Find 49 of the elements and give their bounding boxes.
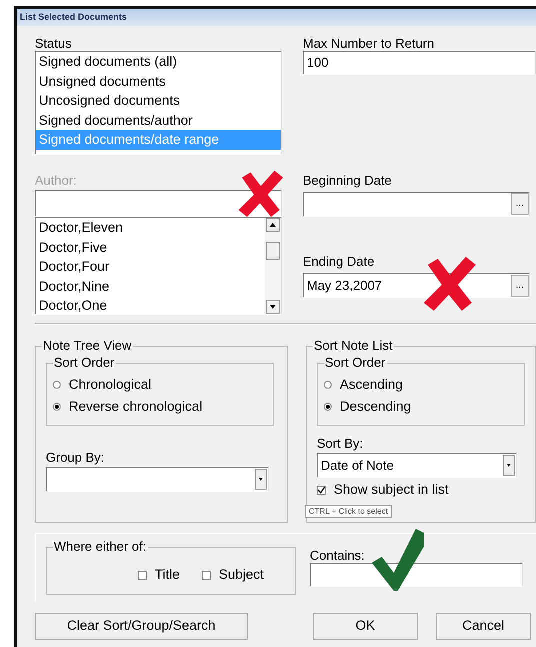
checkbox[interactable] <box>317 486 326 494</box>
radio-label: Reverse chronological <box>69 398 203 416</box>
radio-label: Descending <box>340 398 412 416</box>
ok-button[interactable]: OK <box>313 613 418 640</box>
dropdown-value: Date of Note <box>320 456 394 475</box>
scrollbar[interactable] <box>265 218 281 314</box>
cross-mark-icon <box>422 255 478 313</box>
beginning-date-label: Beginning Date <box>303 173 393 188</box>
window-title: List Selected Documents <box>17 9 536 26</box>
sort-by-label: Sort By: <box>317 436 364 451</box>
scroll-down-button[interactable] <box>266 300 280 314</box>
scroll-up-button[interactable] <box>266 218 280 232</box>
date-picker-button[interactable]: ... <box>511 274 529 296</box>
cancel-button[interactable]: Cancel <box>436 613 531 640</box>
max-number-label: Max Number to Return <box>303 36 436 51</box>
list-item[interactable]: Signed documents (all) <box>36 52 281 72</box>
group-by-dropdown[interactable] <box>46 467 269 492</box>
date-value: May 23,2007 <box>306 276 382 295</box>
ending-date-label: Ending Date <box>303 254 376 269</box>
group-by-label: Group By: <box>46 450 106 465</box>
max-number-field[interactable]: 100 <box>303 51 536 75</box>
checkbox[interactable] <box>202 570 211 580</box>
tooltip: CTRL + Click to select <box>305 505 392 518</box>
contains-label: Contains: <box>310 548 366 563</box>
checkbox-label: Subject <box>218 566 264 584</box>
clear-button[interactable]: Clear Sort/Group/Search <box>35 613 248 640</box>
scroll-thumb[interactable] <box>266 242 280 260</box>
author-label: Author: <box>35 173 78 188</box>
sort-by-dropdown[interactable]: Date of Note <box>317 453 517 478</box>
checkbox[interactable] <box>138 570 147 580</box>
list-item[interactable]: Signed documents/author <box>36 110 281 130</box>
beginning-date-field[interactable]: ... <box>303 192 530 217</box>
radio-label: Chronological <box>69 376 152 394</box>
radio-button[interactable] <box>53 381 61 389</box>
radio-button[interactable] <box>53 403 61 411</box>
radio-button[interactable] <box>324 381 332 389</box>
list-item[interactable]: Uncosigned documents <box>36 91 281 110</box>
date-picker-button[interactable]: ... <box>511 193 529 215</box>
down-arrow-icon <box>270 305 276 309</box>
checkbox-label: Show subject in list <box>334 480 449 499</box>
list-item[interactable]: Unsigned documents <box>36 72 281 91</box>
status-label: Status <box>35 36 73 51</box>
radio-button[interactable] <box>324 403 332 411</box>
checkbox-label: Title <box>154 566 180 584</box>
cross-mark-icon <box>237 169 285 219</box>
up-arrow-icon <box>270 223 276 227</box>
radio-label: Ascending <box>340 376 404 394</box>
status-list[interactable]: Signed documents (all) Unsigned documents Uncosigned documents Signed documents/author Signed documents/date range <box>35 51 282 155</box>
author-field[interactable] <box>35 190 282 217</box>
